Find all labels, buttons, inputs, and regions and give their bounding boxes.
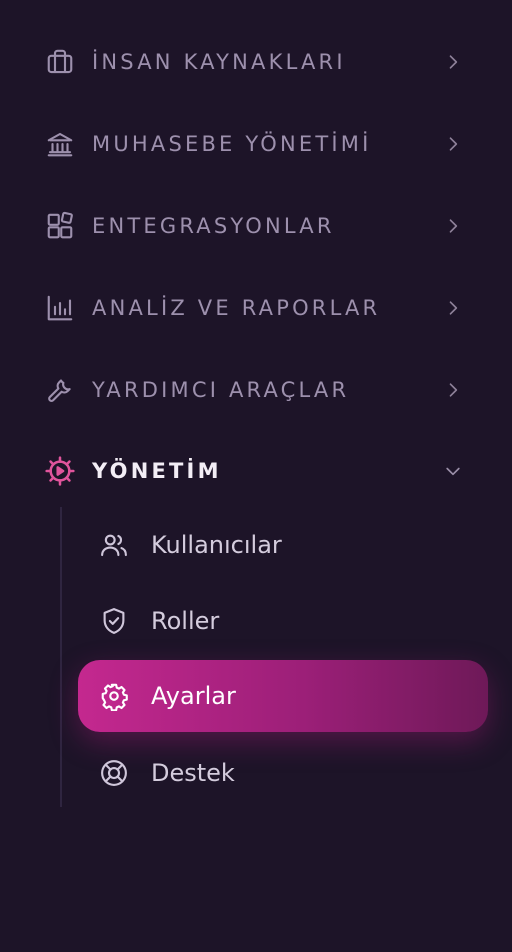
- gear-icon: [98, 680, 130, 712]
- menu-item-analiz-ve-raporlar[interactable]: ANALİZ VE RAPORLAR: [0, 278, 512, 338]
- menu-item-yardimci-araclar[interactable]: YARDIMCI ARAÇLAR: [0, 360, 512, 420]
- menu-item-label: YARDIMCI ARAÇLAR: [92, 378, 350, 402]
- chevron-down-icon: [441, 459, 465, 483]
- menu-item-insan-kaynaklari[interactable]: İNSAN KAYNAKLARI: [0, 32, 512, 92]
- submenu-item-label: Destek: [151, 759, 235, 787]
- chevron-right-icon: [441, 132, 465, 156]
- bank-icon: [44, 128, 76, 160]
- submenu-item-destek[interactable]: Destek: [78, 737, 488, 809]
- menu-item-label: ANALİZ VE RAPORLAR: [92, 296, 381, 320]
- sidebar: İNSAN KAYNAKLARI MUHASEBE YÖNETİMİ ENTEG…: [0, 0, 512, 952]
- submenu-item-kullanicilar[interactable]: Kullanıcılar: [78, 509, 488, 581]
- menu-item-label: MUHASEBE YÖNETİMİ: [92, 132, 372, 156]
- menu-item-label: YÖNETİM: [92, 459, 222, 483]
- menu-item-label: İNSAN KAYNAKLARI: [92, 50, 346, 74]
- chevron-right-icon: [441, 50, 465, 74]
- menu-item-label: ENTEGRASYONLAR: [92, 214, 335, 238]
- menu-item-entegrasyonlar[interactable]: ENTEGRASYONLAR: [0, 196, 512, 256]
- submenu-tree-line: [60, 507, 62, 807]
- menu-item-muhasebe-yonetimi[interactable]: MUHASEBE YÖNETİMİ: [0, 114, 512, 174]
- integrations-icon: [44, 210, 76, 242]
- submenu-item-roller[interactable]: Roller: [78, 585, 488, 657]
- bar-chart-icon: [44, 292, 76, 324]
- submenu-item-label: Roller: [151, 607, 220, 635]
- wrench-icon: [44, 374, 76, 406]
- chevron-right-icon: [441, 296, 465, 320]
- submenu-item-ayarlar[interactable]: Ayarlar: [78, 660, 488, 732]
- chevron-right-icon: [441, 378, 465, 402]
- gear-play-icon: [44, 455, 76, 487]
- briefcase-icon: [44, 46, 76, 78]
- users-icon: [98, 529, 130, 561]
- submenu-item-label: Kullanıcılar: [151, 531, 282, 559]
- shield-check-icon: [98, 605, 130, 637]
- menu-item-yonetim[interactable]: YÖNETİM: [0, 441, 512, 501]
- chevron-right-icon: [441, 214, 465, 238]
- submenu-item-label: Ayarlar: [151, 682, 236, 710]
- lifebuoy-icon: [98, 757, 130, 789]
